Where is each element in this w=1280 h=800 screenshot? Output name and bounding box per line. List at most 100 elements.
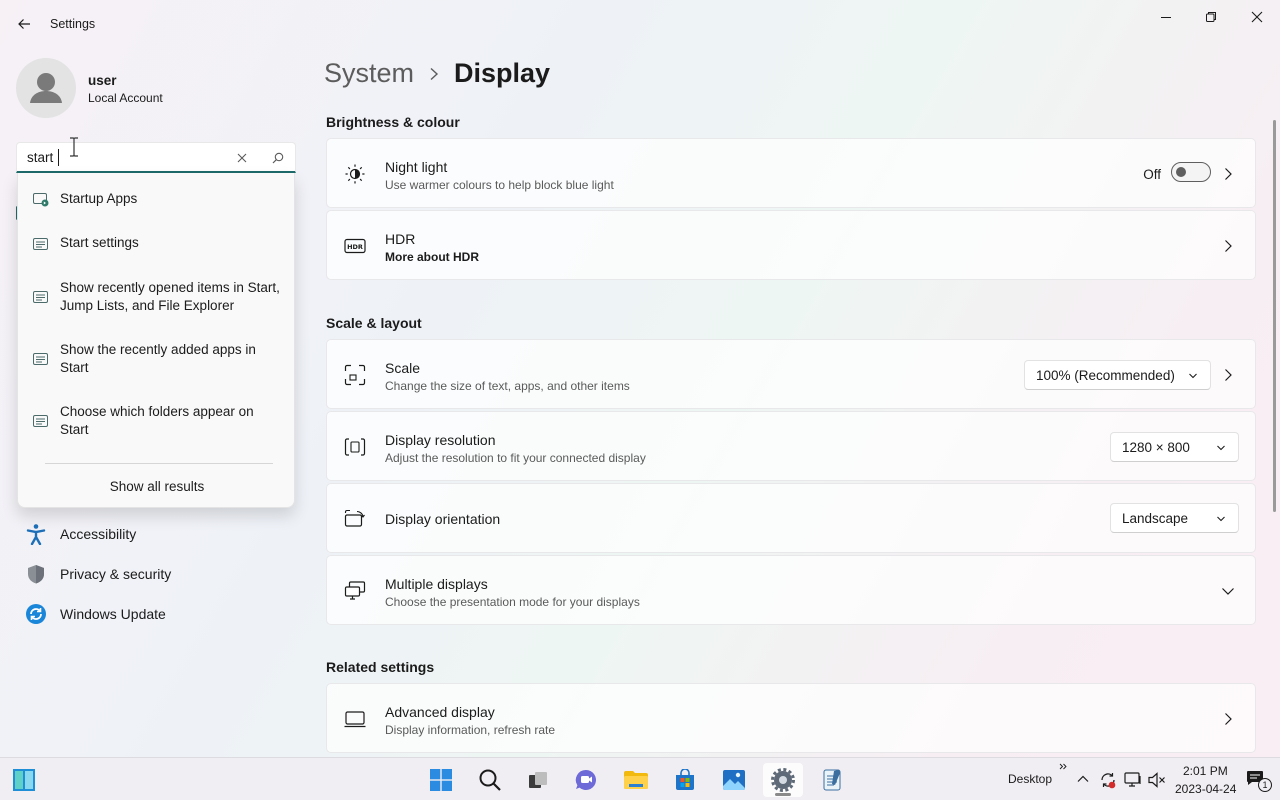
scale-title: Scale [385, 360, 421, 376]
windows-update-icon [26, 604, 46, 624]
chevron-right-icon [1225, 240, 1232, 252]
store-button[interactable] [665, 763, 705, 797]
start-button[interactable] [421, 763, 461, 797]
suggestion-item[interactable]: Choose which folders appear on Start [18, 403, 296, 443]
multiple-displays-subtitle: Choose the presentation mode for your di… [385, 595, 640, 609]
text-caret [58, 149, 59, 166]
volume-muted-icon[interactable] [1148, 772, 1166, 788]
chevron-up-icon[interactable] [1077, 774, 1089, 784]
settings-page-icon [33, 353, 48, 365]
photos-button[interactable] [714, 763, 754, 797]
suggestion-label: Show the recently added apps in Start [60, 342, 256, 375]
clock-date[interactable]: 2023-04-24 [1175, 782, 1236, 796]
breadcrumb-parent[interactable]: System [324, 58, 414, 89]
accessibility-icon [26, 524, 46, 545]
hdr-title: HDR [385, 231, 416, 247]
search-input[interactable]: start [16, 142, 296, 173]
back-arrow-icon [18, 19, 30, 29]
minimize-button[interactable] [1143, 4, 1189, 30]
app-title: Settings [50, 17, 96, 31]
show-all-results-link[interactable]: Show all results [18, 479, 296, 494]
desktop-label[interactable]: Desktop [1008, 772, 1052, 786]
sidebar-item-label: Windows Update [60, 606, 166, 622]
resolution-title: Display resolution [385, 432, 496, 448]
close-button[interactable] [1234, 4, 1280, 30]
hdr-card[interactable]: HDR HDR More about HDR [326, 210, 1256, 280]
restore-icon [1206, 12, 1216, 22]
advanced-display-subtitle: Display information, refresh rate [385, 723, 556, 737]
suggestion-label: Startup Apps [60, 191, 138, 206]
sidebar-item-label: Accessibility [60, 526, 137, 542]
sync-error-icon[interactable] [1099, 771, 1117, 789]
search-icon [479, 769, 501, 791]
notification-center-button[interactable]: 1 [1246, 770, 1272, 792]
night-light-icon [345, 164, 365, 184]
scrollbar[interactable] [1273, 120, 1276, 512]
sidebar-item-privacy-security[interactable]: Privacy & security [16, 555, 296, 591]
search-button[interactable] [269, 149, 287, 167]
suggestion-label: Start settings [60, 235, 139, 250]
multiple-displays-icon [344, 581, 366, 600]
notepad-button[interactable] [812, 763, 852, 797]
teams-chat-button[interactable] [566, 763, 606, 797]
scale-select[interactable]: 100% (Recommended) [1024, 360, 1211, 390]
avatar[interactable] [16, 58, 76, 118]
chevron-right-icon [1225, 713, 1232, 725]
search-taskbar-button[interactable] [470, 763, 510, 797]
orientation-select[interactable]: Landscape [1110, 503, 1239, 533]
hdr-more-link[interactable]: More about HDR [385, 250, 479, 264]
night-light-card[interactable]: Night light Use warmer colours to help b… [326, 138, 1256, 208]
double-chevron-icon [1059, 763, 1067, 770]
settings-taskbar-button[interactable] [763, 763, 803, 797]
multiple-displays-card[interactable]: Multiple displays Choose the presentatio… [326, 555, 1256, 625]
store-icon [676, 769, 694, 790]
advanced-display-card[interactable]: Advanced display Display information, re… [326, 683, 1256, 753]
text-cursor-icon [70, 137, 78, 157]
photos-icon [723, 770, 745, 790]
night-light-title: Night light [385, 159, 448, 175]
section-title-related: Related settings [326, 659, 435, 675]
active-app-indicator [775, 793, 791, 796]
sidebar-item-windows-update[interactable]: Windows Update [16, 595, 296, 631]
scale-subtitle: Change the size of text, apps, and other… [385, 379, 630, 393]
minimize-icon [1161, 17, 1171, 18]
notepad-icon [823, 769, 841, 791]
orientation-title: Display orientation [385, 511, 501, 527]
orientation-icon [344, 509, 365, 527]
chevron-down-icon [1217, 516, 1225, 522]
suggestion-item[interactable]: Start settings [18, 234, 296, 256]
clear-icon [237, 153, 247, 163]
back-button[interactable] [10, 10, 38, 38]
chevron-down-icon [1189, 373, 1197, 379]
resolution-select[interactable]: 1280 × 800 [1110, 432, 1239, 462]
suggestion-item[interactable]: Startup Apps [18, 190, 296, 212]
settings-page-icon [33, 415, 48, 427]
scale-select-value: 100% (Recommended) [1036, 368, 1175, 383]
scale-card[interactable]: Scale Change the size of text, apps, and… [326, 339, 1256, 409]
chevron-right-icon [428, 67, 440, 81]
task-view-button[interactable] [518, 763, 558, 797]
account-type: Local Account [88, 91, 163, 105]
chevron-right-icon [1225, 168, 1232, 180]
suggestion-item[interactable]: Show recently opened items in Start, Jum… [18, 279, 296, 319]
display-projection-icon[interactable] [1124, 771, 1142, 789]
section-title-brightness: Brightness & colour [326, 114, 460, 130]
scale-icon [344, 364, 366, 386]
clear-search-button[interactable] [233, 149, 251, 167]
chevron-right-icon [1225, 369, 1232, 381]
restore-button[interactable] [1188, 4, 1234, 30]
sidebar-item-accessibility[interactable]: Accessibility [16, 515, 296, 551]
settings-page-icon [33, 291, 48, 303]
task-view-icon [529, 772, 547, 788]
settings-page-icon [33, 238, 48, 250]
night-light-toggle[interactable] [1171, 162, 1211, 182]
clock-time[interactable]: 2:01 PM [1183, 764, 1228, 778]
resolution-card: Display resolution Adjust the resolution… [326, 411, 1256, 481]
close-icon [1251, 11, 1263, 23]
widgets-button[interactable] [4, 763, 44, 797]
chevron-down-icon [1217, 445, 1225, 451]
file-explorer-button[interactable] [616, 763, 656, 797]
advanced-display-title: Advanced display [385, 704, 495, 720]
suggestion-item[interactable]: Show the recently added apps in Start [18, 341, 296, 381]
orientation-card: Display orientation Landscape [326, 483, 1256, 553]
